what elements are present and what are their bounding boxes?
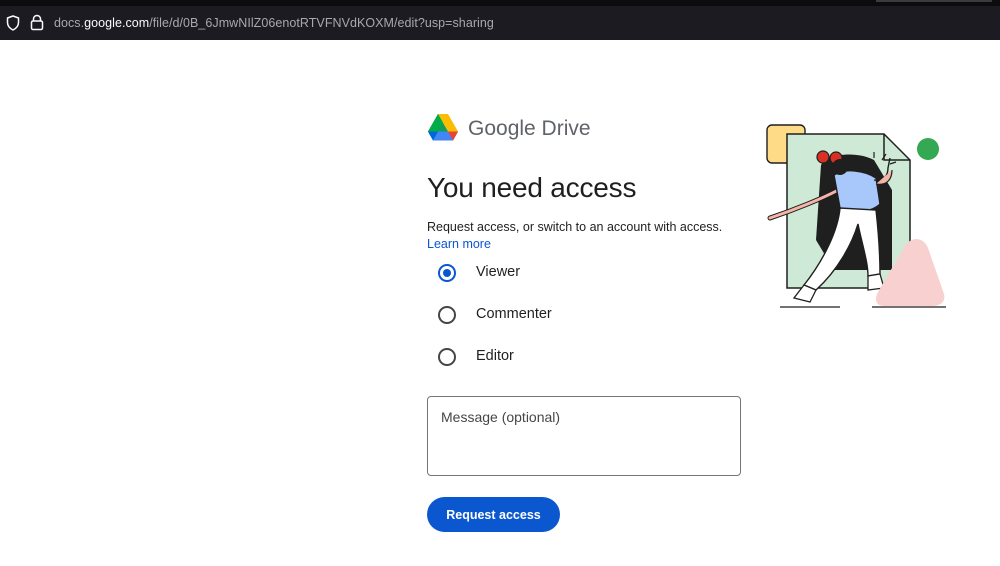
radio-unselected-icon[interactable]	[438, 348, 456, 366]
access-description: Request access, or switch to an account …	[427, 220, 723, 234]
radio-viewer-label[interactable]: Viewer	[476, 263, 520, 282]
url-field[interactable]: docs.google.com/file/d/0B_6JmwNIlZ06enot…	[54, 16, 494, 30]
radio-commenter-label[interactable]: Commenter	[476, 305, 552, 324]
url-host: google.com	[84, 16, 150, 30]
logo-text: Google Drive	[468, 117, 591, 140]
google-drive-icon	[428, 114, 458, 141]
radio-unselected-icon[interactable]	[438, 306, 456, 324]
browser-url-bar: docs.google.com/file/d/0B_6JmwNIlZ06enot…	[0, 0, 1000, 40]
url-path: /file/d/0B_6JmwNIlZ06enotRTVFNVdKOXM/edi…	[149, 16, 494, 30]
access-illustration	[766, 124, 946, 308]
radio-selected-icon[interactable]	[438, 264, 456, 282]
page-title: You need access	[427, 172, 637, 203]
radio-editor-label[interactable]: Editor	[476, 347, 514, 366]
request-access-button[interactable]: Request access	[427, 497, 560, 532]
learn-more-link[interactable]: Learn more	[427, 236, 491, 253]
green-dot	[917, 138, 939, 160]
shield-icon[interactable]	[6, 15, 20, 31]
url-prefix: docs.	[54, 16, 85, 30]
tab-strip	[760, 0, 1000, 6]
hair-bun	[816, 150, 830, 164]
lock-icon[interactable]	[30, 14, 44, 31]
message-field[interactable]	[427, 396, 741, 476]
person-shirt	[833, 170, 881, 213]
